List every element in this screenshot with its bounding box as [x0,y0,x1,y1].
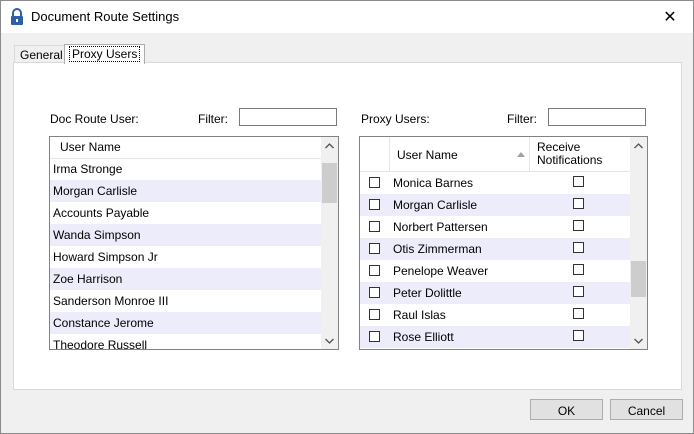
proxy-user-name-cell: Monica Barnes [393,176,474,190]
left-filter-input[interactable] [239,108,337,126]
right-header-receive-notifications: Receive Notifications [537,140,603,167]
proxy-user-name-cell: Penelope Weaver [393,264,489,278]
user-name-cell: Howard Simpson Jr [53,250,158,264]
select-user-checkbox[interactable] [369,265,380,276]
right-filter-label: Filter: [507,112,537,126]
left-scrollbar[interactable] [321,137,338,349]
receive-notifications-checkbox[interactable] [573,220,584,231]
receive-notifications-checkbox[interactable] [573,286,584,297]
list-item[interactable]: Zoe Harrison [50,268,321,290]
lock-icon [11,8,23,25]
receive-notifications-checkbox[interactable] [573,242,584,253]
right-scrollbar[interactable] [630,137,647,349]
dialog-window: Document Route Settings ✕ General Proxy … [0,0,694,434]
right-header-user-name: User Name [397,148,458,162]
proxy-user-name-cell: Norbert Pattersen [393,220,488,234]
list-item[interactable]: Irma Stronge [50,158,321,180]
right-column-header: User Name Receive Notifications [360,137,630,172]
proxy-users-grid: User Name Receive Notifications Monica B… [359,136,648,350]
user-name-cell: Irma Stronge [53,162,123,176]
select-user-checkbox[interactable] [369,199,380,210]
list-item[interactable]: Howard Simpson Jr [50,246,321,268]
close-button[interactable]: ✕ [647,1,693,33]
ok-button[interactable]: OK [530,399,603,420]
user-name-cell: Zoe Harrison [53,272,123,286]
user-name-cell: Constance Jerome [53,316,154,330]
receive-notifications-checkbox[interactable] [573,264,584,275]
tab-proxy-users[interactable]: Proxy Users [64,44,146,64]
window-title: Document Route Settings [31,9,180,24]
left-header-user-name: User Name [60,140,121,154]
proxy-user-name-cell: Rose Elliott [393,330,454,344]
proxy-user-name-cell: Raul Islas [393,308,446,322]
proxy-user-name-cell: Morgan Carlisle [393,198,478,212]
list-item[interactable]: Theodore Russell [50,334,321,350]
table-row[interactable]: Norbert Pattersen [360,216,630,238]
proxy-user-name-cell: Otis Zimmerman [393,242,482,256]
select-user-checkbox[interactable] [369,177,380,188]
left-column-header[interactable]: User Name [50,137,321,159]
scroll-up-icon[interactable] [630,137,647,154]
user-name-cell: Morgan Carlisle [53,184,138,198]
user-name-cell: Sanderson Monroe III [53,294,169,308]
proxy-users-label: Proxy Users: [361,112,430,126]
proxy-user-name-cell: Peter Dolittle [393,286,462,300]
list-item[interactable]: Morgan Carlisle [50,180,321,202]
list-item[interactable]: Sanderson Monroe III [50,290,321,312]
sort-ascending-icon [517,152,525,157]
table-row[interactable]: Rose Elliott [360,326,630,348]
table-row[interactable]: Peter Dolittle [360,282,630,304]
receive-notifications-checkbox[interactable] [573,330,584,341]
select-user-checkbox[interactable] [369,331,380,342]
table-row[interactable]: Morgan Carlisle [360,194,630,216]
scroll-up-icon[interactable] [321,137,338,154]
user-name-cell: Accounts Payable [53,206,150,220]
list-item[interactable]: Wanda Simpson [50,224,321,246]
user-name-cell: Wanda Simpson [53,228,141,242]
header-user-name-column[interactable]: User Name [390,137,530,171]
tab-proxy-users-label: Proxy Users [68,46,141,62]
table-row[interactable]: Monica Barnes [360,172,630,194]
tab-panel-proxy-users: Doc Route User: Filter: User Name Irma S… [13,62,682,390]
left-scroll-thumb[interactable] [322,163,337,203]
scroll-down-icon[interactable] [630,332,647,349]
left-filter-label: Filter: [198,112,228,126]
close-icon: ✕ [663,9,677,26]
table-row[interactable]: Raul Islas [360,304,630,326]
list-item[interactable]: Accounts Payable [50,202,321,224]
user-name-cell: Theodore Russell [53,338,148,350]
select-user-checkbox[interactable] [369,243,380,254]
scroll-down-icon[interactable] [321,332,338,349]
select-user-checkbox[interactable] [369,221,380,232]
cancel-button[interactable]: Cancel [610,399,683,420]
list-item[interactable]: Constance Jerome [50,312,321,334]
receive-notifications-checkbox[interactable] [573,198,584,209]
header-receive-notifications-column[interactable]: Receive Notifications [530,137,630,171]
doc-route-user-grid: User Name Irma Stronge Morgan Carlisle Acc… [49,136,339,350]
receive-notifications-checkbox[interactable] [573,176,584,187]
table-row[interactable]: Penelope Weaver [360,260,630,282]
header-select-column[interactable] [360,137,390,171]
tab-general-label: General [20,48,63,62]
title-bar: Document Route Settings ✕ [1,1,693,33]
select-user-checkbox[interactable] [369,287,380,298]
receive-notifications-checkbox[interactable] [573,308,584,319]
right-scroll-thumb[interactable] [631,261,646,297]
doc-route-user-label: Doc Route User: [50,112,139,126]
table-row[interactable]: Otis Zimmerman [360,238,630,260]
select-user-checkbox[interactable] [369,309,380,320]
right-filter-input[interactable] [548,108,646,126]
